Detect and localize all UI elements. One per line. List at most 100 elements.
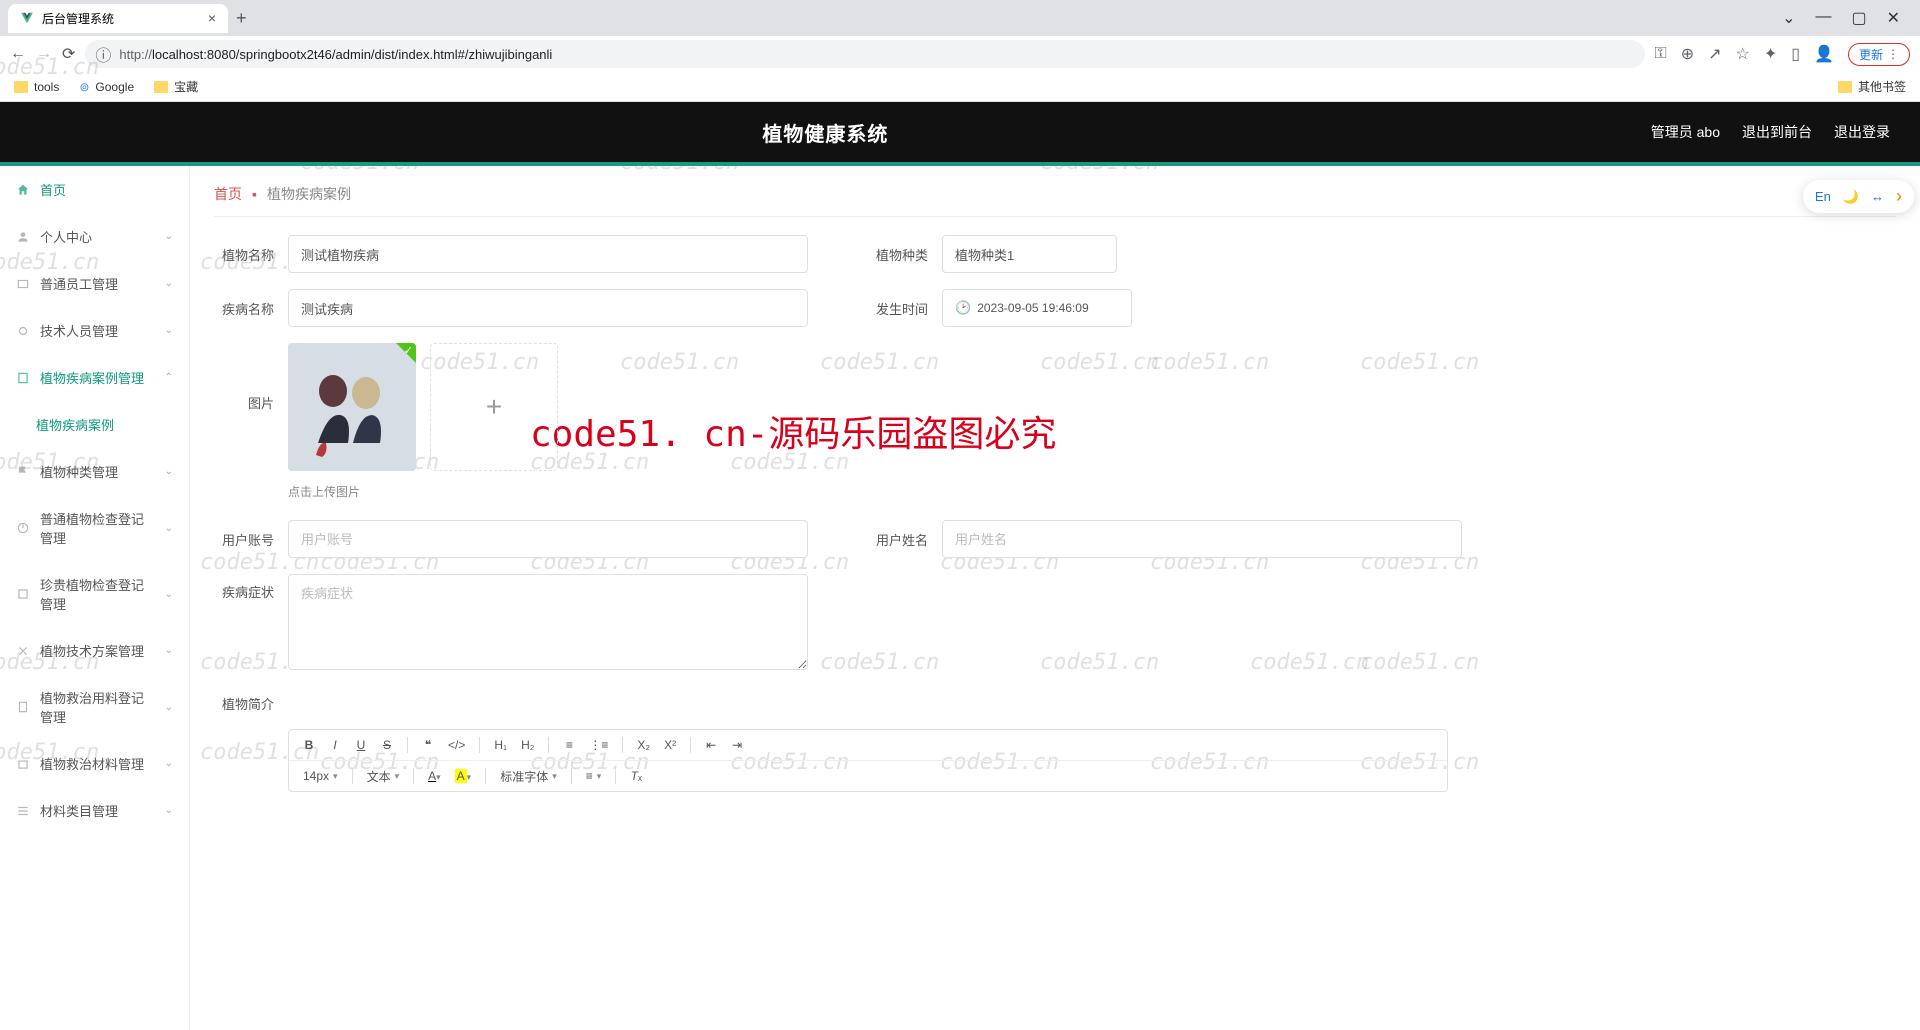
app: 植物健康系统 管理员 abo 退出到前台 退出登录 首页 个人中心⌄ 普通员工管…: [0, 102, 1920, 1030]
new-tab-button[interactable]: +: [236, 8, 247, 29]
close-window-icon[interactable]: ✕: [1887, 8, 1900, 28]
italic-button[interactable]: I: [325, 736, 345, 754]
key-icon[interactable]: ⚿: [1655, 45, 1667, 63]
sidebar-item-personal[interactable]: 个人中心⌄: [0, 213, 189, 260]
sidebar-item-home[interactable]: 首页: [0, 166, 189, 213]
update-button[interactable]: 更新 ⋮: [1848, 43, 1910, 66]
home-icon: [16, 183, 30, 197]
chevron-down-icon: ⌄: [165, 278, 173, 289]
sidebar-item-tech-plan[interactable]: 植物技术方案管理⌄: [0, 627, 189, 674]
moon-icon[interactable]: 🌙: [1843, 189, 1859, 205]
editor-toolbar: B I U S ❝ </> H₁ H₂ ≡ ⋮≡ X₂ X²: [289, 730, 1447, 760]
zoom-icon[interactable]: ⊕: [1681, 44, 1694, 64]
staff-icon: [16, 277, 30, 291]
main-content: 首页 ▪ 植物疾病案例 植物名称 植物种类 疾病名称: [190, 166, 1920, 1030]
sidebar-item-precious-check[interactable]: 珍贵植物检查登记管理⌄: [0, 561, 189, 627]
back-icon[interactable]: ←: [10, 45, 26, 63]
sup-button[interactable]: X²: [660, 736, 680, 754]
power-icon: [16, 521, 30, 535]
indent-button[interactable]: ⇥: [727, 736, 747, 754]
reload-icon[interactable]: ⟳: [62, 44, 75, 64]
minimize-icon[interactable]: —: [1815, 8, 1831, 28]
sidebar-item-material-category[interactable]: 材料类目管理⌄: [0, 787, 189, 834]
plant-type-select[interactable]: [942, 235, 1117, 273]
scissors-icon: [16, 644, 30, 658]
chevron-down-icon: ⌄: [165, 523, 173, 534]
sidebar-item-tech[interactable]: 技术人员管理⌄: [0, 307, 189, 354]
plant-name-label: 植物名称: [214, 245, 274, 264]
clear-format-button[interactable]: Tₓ: [626, 767, 646, 785]
admin-label[interactable]: 管理员 abo: [1651, 122, 1720, 142]
star-icon[interactable]: ☆: [1736, 44, 1750, 64]
disease-name-input[interactable]: [288, 289, 808, 327]
symptoms-textarea[interactable]: [288, 574, 808, 670]
logout-button[interactable]: 退出登录: [1834, 122, 1890, 142]
address-bar: ← → ⟳ ⓘ http://localhost:8080/springboot…: [0, 36, 1920, 72]
text-color-button[interactable]: A▾: [424, 767, 445, 785]
box-icon: [16, 757, 30, 771]
flag-icon: [16, 465, 30, 479]
url-input[interactable]: ⓘ http://localhost:8080/springbootx2t46/…: [85, 40, 1644, 68]
share-icon[interactable]: ↗: [1708, 44, 1721, 64]
panel-icon[interactable]: ▯: [1791, 44, 1800, 64]
h1-button[interactable]: H₁: [490, 736, 511, 754]
disease-name-label: 疾病名称: [214, 299, 274, 318]
bookmark-tools[interactable]: tools: [14, 80, 59, 94]
rich-editor: B I U S ❝ </> H₁ H₂ ≡ ⋮≡ X₂ X²: [288, 729, 1448, 792]
text-select[interactable]: 文本▾: [363, 768, 404, 785]
image-thumbnail[interactable]: ✓: [288, 343, 416, 471]
ol-button[interactable]: ≡: [559, 736, 579, 754]
quote-button[interactable]: ❝: [418, 736, 438, 754]
breadcrumb-home[interactable]: 首页: [214, 184, 242, 204]
collapse-icon[interactable]: ↔: [1871, 189, 1884, 204]
forward-icon[interactable]: →: [36, 45, 52, 63]
sidebar-item-disease-case[interactable]: 植物疾病案例: [0, 401, 189, 448]
expand-arrow-icon[interactable]: ›: [1896, 186, 1902, 207]
close-tab-icon[interactable]: ×: [208, 10, 216, 26]
list-icon: [16, 804, 30, 818]
upload-hint: 点击上传图片: [288, 483, 1896, 500]
puzzle-icon[interactable]: ✦: [1764, 44, 1777, 64]
bookmark-baozang[interactable]: 宝藏: [154, 78, 198, 95]
plant-name-input[interactable]: [288, 235, 808, 273]
user-account-input[interactable]: [288, 520, 808, 558]
font-size-select[interactable]: 14px▾: [299, 769, 342, 783]
bg-color-button[interactable]: A▾: [451, 767, 476, 785]
chevron-up-icon: ⌃: [165, 372, 173, 383]
folder-icon: [154, 81, 168, 93]
maximize-icon[interactable]: ▢: [1851, 8, 1866, 28]
sub-button[interactable]: X₂: [633, 736, 654, 754]
sidebar-item-disease-case-mgmt[interactable]: 植物疾病案例管理⌃: [0, 354, 189, 401]
lang-en-button[interactable]: En: [1815, 189, 1831, 204]
float-panel: En 🌙 ↔ ›: [1803, 180, 1914, 213]
sidebar-item-staff[interactable]: 普通员工管理⌄: [0, 260, 189, 307]
user-name-input[interactable]: [942, 520, 1462, 558]
sidebar-item-normal-check[interactable]: 普通植物检查登记管理⌄: [0, 495, 189, 561]
sidebar-item-plant-type[interactable]: 植物种类管理⌄: [0, 448, 189, 495]
browser-tab[interactable]: 后台管理系统 ×: [8, 4, 228, 33]
underline-button[interactable]: U: [351, 736, 371, 754]
info-icon: ⓘ: [95, 42, 111, 66]
upload-add-button[interactable]: +: [430, 343, 558, 471]
code-button[interactable]: </>: [444, 736, 469, 754]
bold-button[interactable]: B: [299, 736, 319, 754]
editor-toolbar-2: 14px▾ 文本▾ A▾ A▾ 标准字体▾ ≡▾ Tₓ: [289, 760, 1447, 791]
sidebar-item-material-reg[interactable]: 植物救治用料登记管理⌄: [0, 674, 189, 740]
bookmark-google[interactable]: ⊚Google: [79, 80, 134, 94]
profile-icon[interactable]: 👤: [1814, 44, 1834, 64]
outdent-button[interactable]: ⇤: [701, 736, 721, 754]
strike-button[interactable]: S: [377, 736, 397, 754]
align-select[interactable]: ≡▾: [582, 769, 606, 783]
app-title: 植物健康系统: [0, 118, 1651, 147]
ul-button[interactable]: ⋮≡: [585, 736, 612, 754]
plant-type-label: 植物种类: [868, 245, 928, 264]
sidebar-item-cure-material[interactable]: 植物救治材料管理⌄: [0, 740, 189, 787]
user-name-label: 用户姓名: [868, 530, 928, 549]
exit-front-button[interactable]: 退出到前台: [1742, 122, 1812, 142]
bookmark-other[interactable]: 其他书签: [1838, 78, 1906, 95]
clipboard-icon: [16, 700, 30, 714]
chevron-down-icon[interactable]: ⌄: [1782, 8, 1795, 28]
h2-button[interactable]: H₂: [517, 736, 538, 754]
occur-time-picker[interactable]: 🕑 2023-09-05 19:46:09: [942, 289, 1132, 327]
font-family-select[interactable]: 标准字体▾: [496, 768, 561, 785]
